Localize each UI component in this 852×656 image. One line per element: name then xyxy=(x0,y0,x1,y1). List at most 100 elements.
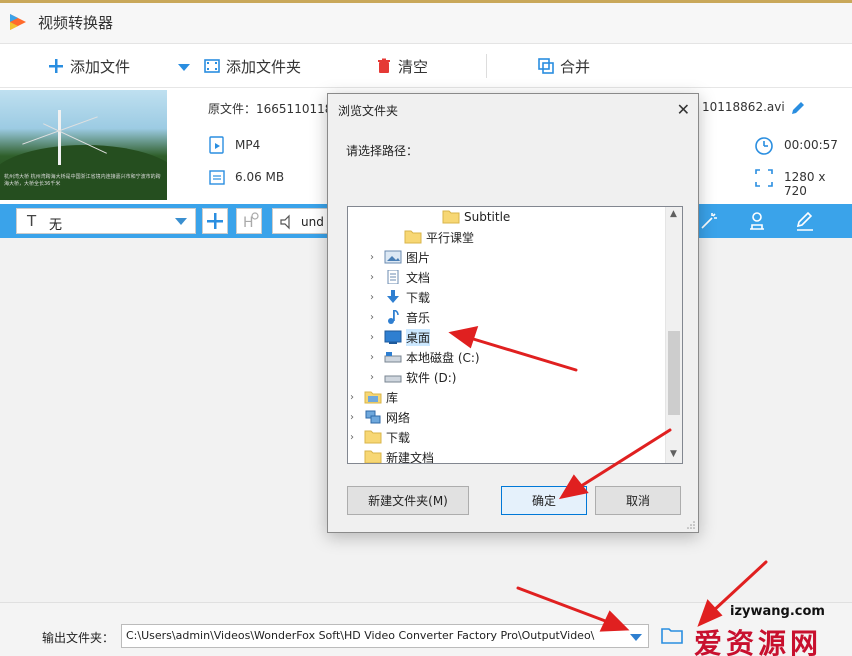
plus-icon xyxy=(207,213,223,229)
scroll-down-icon[interactable]: ▼ xyxy=(670,449,677,459)
film-folder-icon xyxy=(204,59,220,73)
drive-icon xyxy=(384,352,402,363)
add-folder-label: 添加文件夹 xyxy=(226,57,302,76)
tree-item[interactable]: › 图片 xyxy=(370,247,430,267)
watermark-domain: izywang.com xyxy=(730,604,825,619)
merge-icon xyxy=(538,58,554,74)
output-file-name: 10118862.avi xyxy=(702,100,785,114)
source-file-label: 原文件：1665110118 xyxy=(208,102,333,116)
folder-icon xyxy=(442,210,460,224)
chevron-right-icon[interactable]: › xyxy=(370,252,384,263)
output-resolution: 1280 x 720 xyxy=(784,170,826,198)
main-toolbar: 添加文件 添加文件夹 清空 合并 xyxy=(0,44,852,88)
effects-icon[interactable] xyxy=(698,210,720,232)
subtitle-value: 无 xyxy=(49,218,63,233)
watermark-text: 爱资源网 xyxy=(694,627,823,656)
audio-track-label: und xyxy=(301,215,324,229)
add-subtitle-button[interactable] xyxy=(202,208,228,234)
dialog-prompt: 请选择路径： xyxy=(346,144,419,158)
plus-icon xyxy=(49,59,63,73)
tree-item[interactable]: › 本地磁盘 (C:) xyxy=(370,347,480,367)
text-t-icon: T xyxy=(27,212,37,230)
window-top-strip xyxy=(0,0,852,3)
audio-track-select[interactable]: und xyxy=(272,208,332,234)
subtitle-select[interactable]: T 无 xyxy=(16,208,196,234)
chevron-right-icon[interactable]: › xyxy=(370,372,384,383)
tree-item[interactable]: › 下载 xyxy=(370,287,430,307)
chevron-right-icon[interactable]: › xyxy=(370,292,384,303)
folder-icon xyxy=(364,450,382,463)
tree-item[interactable]: › 软件 (D:) xyxy=(370,367,456,387)
folder-icon xyxy=(364,430,382,444)
edit-name-icon[interactable] xyxy=(790,100,806,116)
merge-button[interactable]: 合并 xyxy=(538,56,590,76)
tree-item-selected[interactable]: › 桌面 xyxy=(370,327,431,347)
source-format: MP4 xyxy=(235,138,261,152)
chevron-down-icon xyxy=(175,218,187,225)
resolution-icon xyxy=(755,169,773,187)
tree-scrollbar[interactable]: ▲ ▼ xyxy=(665,207,682,463)
resize-grip-icon[interactable] xyxy=(687,521,695,529)
tree-item[interactable]: › 音乐 xyxy=(370,307,430,327)
clear-label: 清空 xyxy=(398,57,429,76)
subtitle-settings-button[interactable]: H xyxy=(236,208,262,234)
network-icon xyxy=(365,410,381,424)
speaker-icon xyxy=(280,214,290,230)
format-icon xyxy=(209,136,224,154)
folder-tree[interactable]: Subtitle 平行课堂 › 图片 › 文档 › 下载 › 音乐 › 桌面 ›… xyxy=(347,206,683,464)
chevron-right-icon[interactable]: › xyxy=(350,412,364,423)
dialog-title: 浏览文件夹 xyxy=(338,104,399,118)
add-file-label: 添加文件 xyxy=(70,57,131,76)
download-icon xyxy=(387,290,399,303)
ok-button[interactable]: 确定 xyxy=(501,486,587,515)
add-folder-button[interactable]: 添加文件夹 xyxy=(204,56,301,76)
chevron-right-icon[interactable]: › xyxy=(350,432,364,443)
trash-icon xyxy=(378,58,390,73)
output-folder-label: 输出文件夹： xyxy=(42,631,115,645)
chevron-down-icon[interactable] xyxy=(630,634,642,641)
tree-item[interactable]: 新建文档 xyxy=(364,447,434,463)
add-file-button[interactable]: 添加文件 xyxy=(48,56,130,76)
scroll-up-icon[interactable]: ▲ xyxy=(670,209,677,219)
desktop-icon xyxy=(384,330,402,344)
scrollbar-thumb[interactable] xyxy=(668,331,680,415)
close-icon[interactable]: ✕ xyxy=(677,100,690,119)
chevron-right-icon[interactable]: › xyxy=(350,392,364,403)
tree-item[interactable]: › 下载 xyxy=(350,427,410,447)
pictures-icon xyxy=(384,250,402,264)
clear-button[interactable]: 清空 xyxy=(376,56,428,76)
video-thumbnail[interactable]: 杭州湾大桥 杭州湾跨海大桥是中国浙江省境内连接嘉兴市和宁波市的跨海大桥，大桥全长… xyxy=(0,90,167,200)
output-folder-path: C:\Users\admin\Videos\WonderFox Soft\HD … xyxy=(126,629,595,642)
app-logo-icon xyxy=(10,14,26,30)
tree-item[interactable]: › 库 xyxy=(350,387,398,407)
site-watermark: izywang.com 爱资源网 xyxy=(680,600,852,656)
tree-item[interactable]: › 网络 xyxy=(350,407,410,427)
browse-folder-dialog: 浏览文件夹 ✕ 请选择路径： Subtitle 平行课堂 › 图片 › 文档 › xyxy=(327,93,699,533)
output-duration: 00:00:57 xyxy=(784,138,838,152)
chevron-right-icon[interactable]: › xyxy=(370,312,384,323)
h-gear-icon: H xyxy=(243,212,259,231)
documents-icon xyxy=(387,270,399,284)
tree-item[interactable]: 平行课堂 xyxy=(404,227,474,247)
title-bar: 视频转换器 xyxy=(0,0,852,44)
toolbar-divider xyxy=(486,54,487,78)
output-folder-field[interactable]: C:\Users\admin\Videos\WonderFox Soft\HD … xyxy=(121,624,649,648)
clock-icon xyxy=(755,137,773,155)
merge-label: 合并 xyxy=(560,57,591,76)
new-folder-button[interactable]: 新建文件夹(M) xyxy=(347,486,469,515)
drive-icon xyxy=(384,375,402,383)
library-icon xyxy=(364,391,382,404)
file-size-icon xyxy=(209,170,225,185)
chevron-right-icon[interactable]: › xyxy=(370,272,384,283)
add-file-dropdown-icon[interactable] xyxy=(178,64,190,72)
app-title: 视频转换器 xyxy=(38,14,114,32)
source-file-size: 6.06 MB xyxy=(235,170,285,184)
tree-item[interactable]: › 文档 xyxy=(370,267,430,287)
chevron-right-icon[interactable]: › xyxy=(370,352,384,363)
folder-icon xyxy=(404,230,422,244)
tree-item[interactable]: Subtitle xyxy=(442,207,510,227)
watermark-stamp-icon[interactable] xyxy=(746,210,768,232)
cancel-button[interactable]: 取消 xyxy=(595,486,681,515)
chevron-right-icon[interactable]: › xyxy=(370,332,384,343)
edit-pen-icon[interactable] xyxy=(794,210,816,232)
